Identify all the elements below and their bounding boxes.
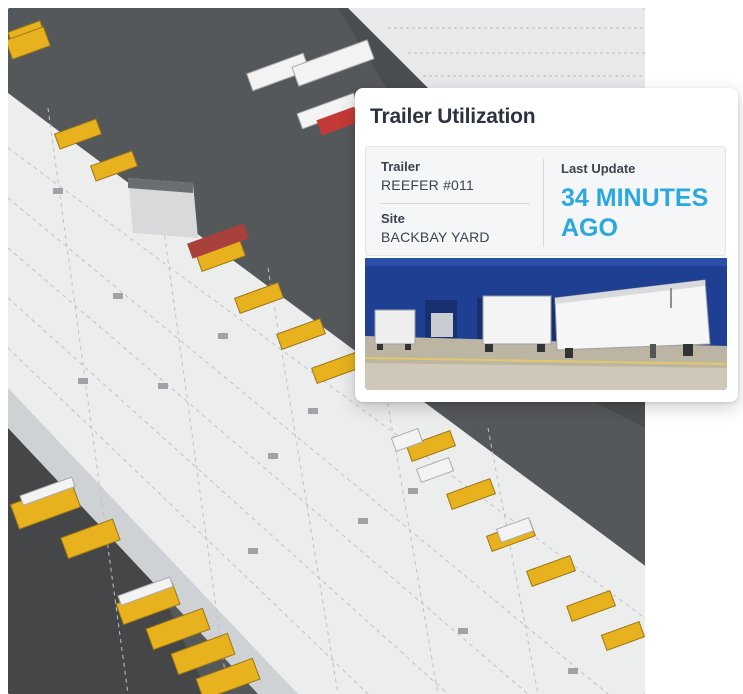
last-update-value: 34 MINUTES AGO — [561, 183, 721, 243]
page: Trailer Utilization Trailer REEFER #011 … — [0, 0, 743, 694]
last-update-label: Last Update — [561, 161, 636, 176]
last-update-line-1: 34 MINUTES — [561, 184, 709, 212]
card-title: Trailer Utilization — [370, 105, 536, 128]
site-label: Site — [381, 211, 405, 226]
trailer-info-panel: Trailer REEFER #011 Site BACKBAY YARD La… — [365, 146, 726, 256]
column-divider — [543, 159, 544, 247]
last-update-line-2: AGO — [561, 214, 618, 242]
trailer-utilization-card[interactable]: Trailer Utilization Trailer REEFER #011 … — [355, 88, 738, 402]
trailer-value: REEFER #011 — [381, 177, 474, 193]
trailer-label: Trailer — [381, 159, 421, 174]
site-value: BACKBAY YARD — [381, 229, 490, 245]
loading-dock-trailers-photo — [365, 258, 727, 390]
field-divider — [380, 203, 530, 204]
